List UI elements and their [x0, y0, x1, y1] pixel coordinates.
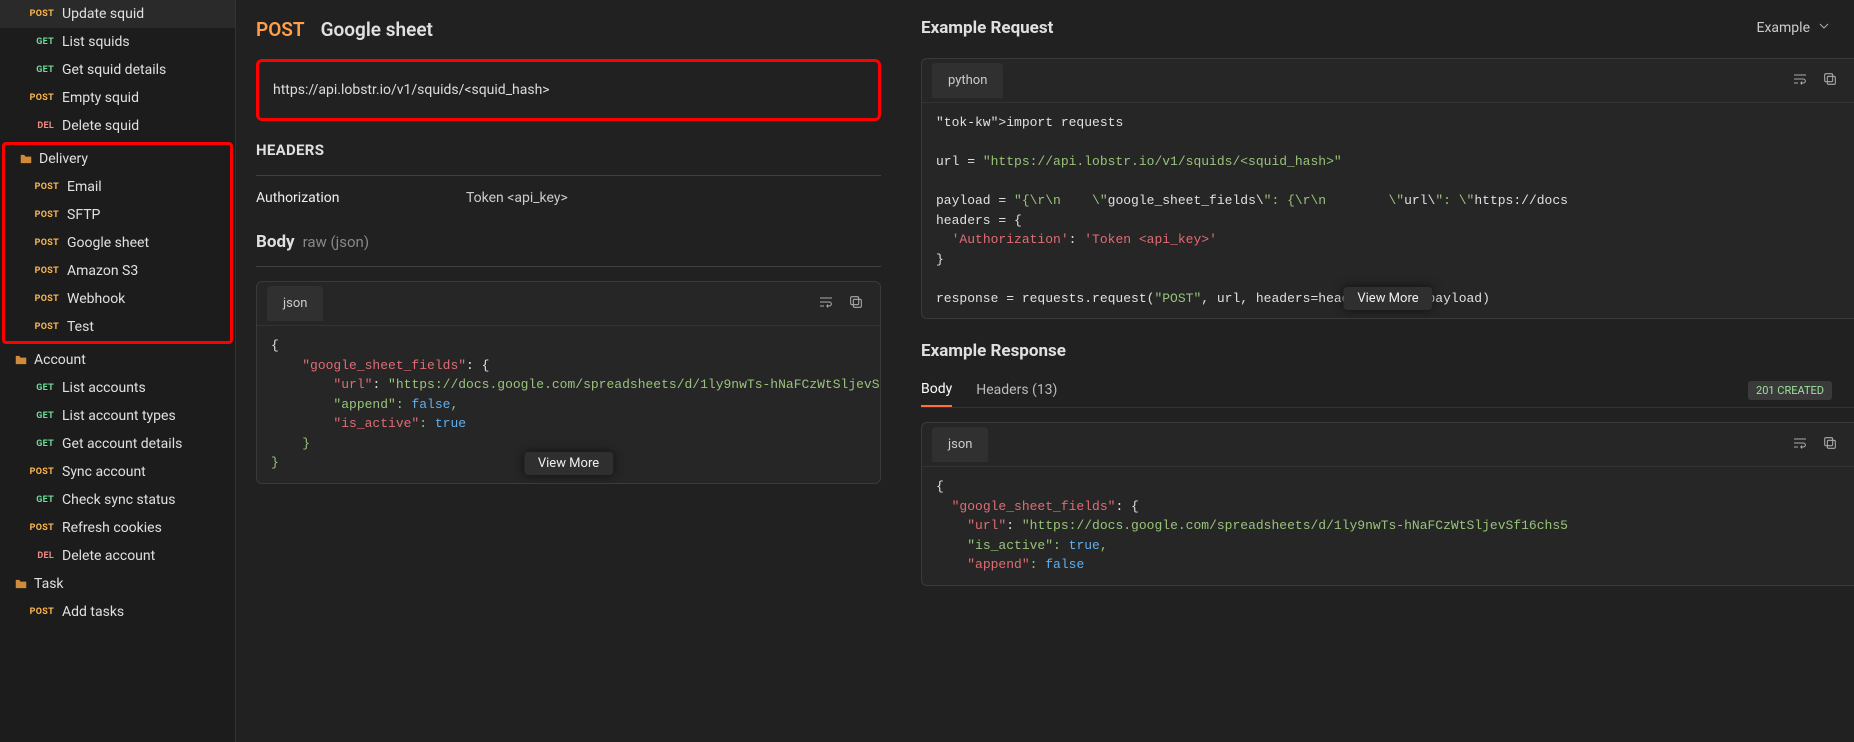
folder-icon — [19, 152, 33, 166]
example-request-title: Example Request — [921, 18, 1053, 38]
sidebar-item-list-accounts[interactable]: GETList accounts — [0, 374, 235, 402]
chevron-down-icon — [1816, 18, 1832, 38]
example-pane: Example Request Example python "tok-kw">… — [901, 0, 1854, 742]
example-request-code-block: python "tok-kw">import requests url = "h… — [921, 58, 1854, 319]
body-code-block: json { "google_sheet_fields": { "url": "… — [256, 281, 881, 484]
sidebar-item-delete-squid[interactable]: DELDelete squid — [0, 112, 235, 140]
copy-icon[interactable] — [848, 294, 864, 314]
status-badge: 201 CREATED — [1748, 381, 1832, 400]
sidebar-item-check-sync-status[interactable]: GETCheck sync status — [0, 486, 235, 514]
wrap-icon[interactable] — [1792, 71, 1808, 91]
sidebar-item-label: Add tasks — [62, 604, 124, 620]
example-response-title: Example Response — [921, 341, 1854, 361]
example-response-code: { "google_sheet_fields": { "url": "https… — [922, 467, 1854, 585]
sidebar-folder-task[interactable]: Task — [0, 570, 235, 598]
sidebar-item-refresh-cookies[interactable]: POSTRefresh cookies — [0, 514, 235, 542]
sidebar-item-label: List account types — [62, 408, 176, 424]
sidebar-item-test[interactable]: POSTTest — [5, 313, 230, 341]
copy-icon[interactable] — [1822, 435, 1838, 455]
request-url[interactable]: https://api.lobstr.io/v1/squids/<squid_h… — [256, 59, 881, 121]
sidebar-item-list-squids[interactable]: GETList squids — [0, 28, 235, 56]
main: POST Google sheet https://api.lobstr.io/… — [236, 0, 1854, 742]
header-value: Token <api_key> — [466, 190, 568, 206]
sidebar-item-label: Delete squid — [62, 118, 139, 134]
sidebar-item-label: Test — [67, 319, 94, 335]
view-more-button[interactable]: View More — [1343, 287, 1432, 310]
headers-title: HEADERS — [256, 141, 881, 159]
folder-label: Account — [34, 352, 86, 368]
sidebar-item-label: List squids — [62, 34, 130, 50]
sidebar-item-label: Amazon S3 — [67, 263, 138, 279]
example-request-header: Example Request Example — [921, 18, 1854, 38]
sidebar-item-label: Check sync status — [62, 492, 175, 508]
sidebar-folder-account[interactable]: Account — [0, 346, 235, 374]
request-name: Google sheet — [321, 18, 433, 41]
code-header: json — [922, 423, 1854, 467]
divider — [256, 266, 881, 267]
code-lang-tab[interactable]: python — [932, 63, 1003, 98]
sidebar-item-add-tasks[interactable]: POSTAdd tasks — [0, 598, 235, 626]
body-label: Body — [256, 232, 295, 252]
example-dropdown[interactable]: Example — [1757, 18, 1832, 38]
sidebar-item-label: Google sheet — [67, 235, 149, 251]
folder-label: Delivery — [39, 151, 88, 167]
folder-icon — [14, 577, 28, 591]
code-header: python — [922, 59, 1854, 103]
tab-body[interactable]: Body — [921, 373, 952, 407]
tab-headers[interactable]: Headers (13) — [976, 374, 1057, 406]
sidebar-item-get-account-details[interactable]: GETGet account details — [0, 430, 235, 458]
header-row-authorization: Authorization Token <api_key> — [256, 190, 881, 206]
sidebar-item-label: Email — [67, 179, 102, 195]
sidebar-item-sync-account[interactable]: POSTSync account — [0, 458, 235, 486]
sidebar-item-label: Empty squid — [62, 90, 139, 106]
sidebar-item-label: Refresh cookies — [62, 520, 162, 536]
code-lang-tab[interactable]: json — [932, 427, 988, 462]
divider — [256, 175, 881, 176]
example-response-code-block: json { "google_sheet_fields": { "url": "… — [921, 422, 1854, 586]
request-pane: POST Google sheet https://api.lobstr.io/… — [236, 0, 901, 742]
sidebar-item-google-sheet[interactable]: POSTGoogle sheet — [5, 229, 230, 257]
sidebar-item-empty-squid[interactable]: POSTEmpty squid — [0, 84, 235, 112]
sidebar-item-label: Sync account — [62, 464, 146, 480]
sidebar-item-get-squid-details[interactable]: GETGet squid details — [0, 56, 235, 84]
sidebar-item-label: SFTP — [67, 207, 100, 223]
request-title: POST Google sheet — [256, 18, 881, 41]
sidebar-item-label: Get squid details — [62, 62, 166, 78]
request-method: POST — [256, 18, 305, 41]
sidebar-folder-delivery[interactable]: Delivery — [5, 145, 230, 173]
highlight-box-delivery: Delivery POSTEmail POSTSFTP POSTGoogle s… — [2, 142, 233, 344]
header-key: Authorization — [256, 190, 466, 206]
sidebar-item-delete-account[interactable]: DELDelete account — [0, 542, 235, 570]
code-lang-tab[interactable]: json — [267, 286, 323, 321]
view-more-button[interactable]: View More — [524, 452, 613, 475]
sidebar-item-label: List accounts — [62, 380, 146, 396]
sidebar-item-update-squid[interactable]: POSTUpdate squid — [0, 0, 235, 28]
folder-icon — [14, 353, 28, 367]
sidebar-item-label: Get account details — [62, 436, 182, 452]
sidebar-item-label: Update squid — [62, 6, 144, 22]
sidebar-item-email[interactable]: POSTEmail — [5, 173, 230, 201]
wrap-icon[interactable] — [818, 294, 834, 314]
example-request-code: "tok-kw">import requests url = "https://… — [922, 103, 1854, 318]
sidebar-item-label: Webhook — [67, 291, 125, 307]
body-hint: raw (json) — [303, 233, 369, 251]
sidebar-item-webhook[interactable]: POSTWebhook — [5, 285, 230, 313]
copy-icon[interactable] — [1822, 71, 1838, 91]
folder-label: Task — [34, 576, 64, 592]
sidebar-item-label: Delete account — [62, 548, 155, 564]
dropdown-label: Example — [1757, 20, 1810, 36]
sidebar-group-squid: POSTUpdate squid GETList squids GETGet s… — [0, 0, 235, 140]
sidebar-item-list-account-types[interactable]: GETList account types — [0, 402, 235, 430]
body-title-row: Body raw (json) — [256, 232, 881, 252]
sidebar-item-sftp[interactable]: POSTSFTP — [5, 201, 230, 229]
url-text: https://api.lobstr.io/v1/squids/<squid_h… — [273, 82, 550, 98]
sidebar-item-amazon-s3[interactable]: POSTAmazon S3 — [5, 257, 230, 285]
response-tabs: Body Headers (13) 201 CREATED — [921, 373, 1854, 408]
sidebar: POSTUpdate squid GETList squids GETGet s… — [0, 0, 236, 742]
code-header: json — [257, 282, 880, 326]
wrap-icon[interactable] — [1792, 435, 1808, 455]
